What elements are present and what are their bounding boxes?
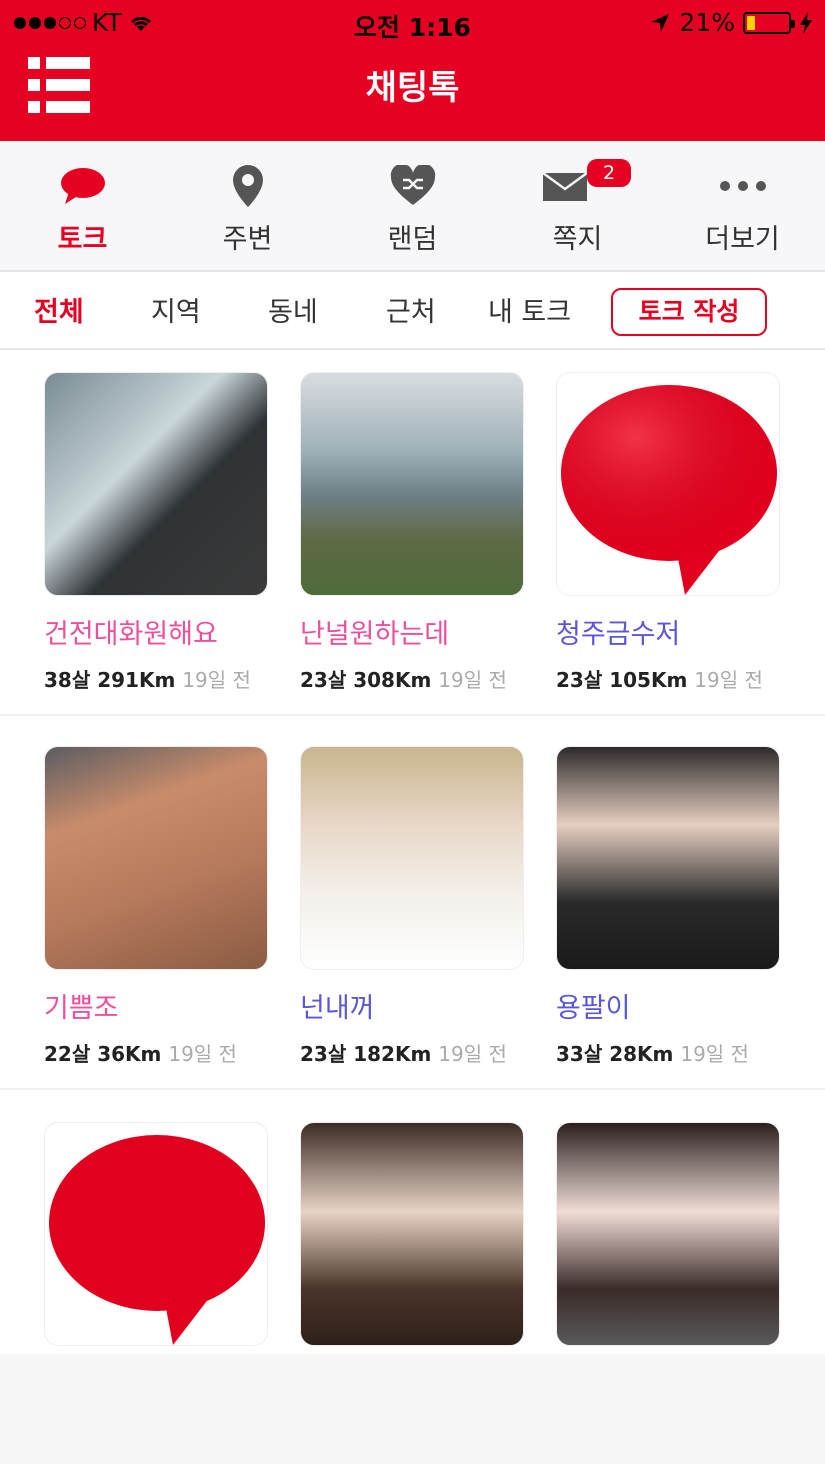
posted-ago: 19일 전 bbox=[168, 1042, 237, 1066]
profile-photo bbox=[556, 746, 780, 970]
user-name: 기쁨조 bbox=[44, 993, 119, 1024]
tab-more[interactable]: 더보기 bbox=[660, 141, 825, 272]
page-title: 채팅톡 bbox=[365, 68, 460, 108]
profile-photo bbox=[300, 372, 524, 596]
location-pin-icon bbox=[232, 165, 263, 207]
tab-label: 토크 bbox=[57, 224, 108, 255]
filter-neighborhood[interactable]: 동네 bbox=[268, 290, 318, 329]
user-meta: 33살 28Km 19일 전 bbox=[556, 1038, 749, 1067]
posted-ago: 19일 전 bbox=[438, 1042, 507, 1066]
user-age: 33살 bbox=[556, 1042, 603, 1066]
tab-messages[interactable]: 2 쪽지 bbox=[495, 141, 660, 272]
user-name: 건전대화원해요 bbox=[44, 619, 218, 650]
top-bar: KT 오전 1:16 21% 채팅톡 bbox=[0, 0, 825, 141]
shuffle-heart-icon bbox=[390, 165, 435, 205]
user-name: 청주금수저 bbox=[556, 619, 681, 650]
user-age: 23살 bbox=[300, 668, 347, 692]
profile-photo bbox=[556, 1122, 780, 1346]
chatting-talk-logo bbox=[561, 385, 777, 595]
speech-bubble-icon bbox=[60, 168, 105, 204]
tab-label: 랜덤 bbox=[387, 224, 438, 255]
bottom-area bbox=[0, 1354, 825, 1464]
user-distance: 182Km bbox=[353, 1042, 432, 1066]
user-meta: 23살 182Km 19일 전 bbox=[300, 1038, 507, 1067]
main-tab-bar: 토크 주변 랜덤 2 쪽지 더보기 bbox=[0, 141, 825, 272]
user-name: 넌내꺼 bbox=[300, 993, 375, 1024]
charging-bolt-icon bbox=[800, 11, 812, 34]
filter-my-talk[interactable]: 내 토크 bbox=[488, 290, 571, 329]
profile-photo bbox=[44, 746, 268, 970]
user-card[interactable]: 기쁨조 22살 36Km 19일 전 bbox=[44, 746, 272, 1076]
posted-ago: 19일 전 bbox=[694, 668, 763, 692]
profile-photo bbox=[300, 1122, 524, 1346]
user-meta: 23살 308Km 19일 전 bbox=[300, 664, 507, 693]
more-dots-icon bbox=[719, 181, 766, 191]
user-meta: 23살 105Km 19일 전 bbox=[556, 664, 763, 693]
unread-badge: 2 bbox=[587, 159, 631, 187]
user-age: 38살 bbox=[44, 668, 91, 692]
user-distance: 308Km bbox=[353, 668, 432, 692]
user-name: 용팔이 bbox=[556, 993, 631, 1024]
tab-label: 주변 bbox=[222, 224, 273, 255]
tab-talk[interactable]: 토크 bbox=[0, 141, 165, 272]
user-distance: 291Km bbox=[97, 668, 176, 692]
user-distance: 36Km bbox=[97, 1042, 162, 1066]
tab-nearby[interactable]: 주변 bbox=[165, 141, 330, 272]
user-card[interactable]: 난널원하는데 23살 308Km 19일 전 bbox=[300, 372, 528, 702]
battery-percent: 21% bbox=[679, 8, 735, 37]
status-bar: KT 오전 1:16 21% bbox=[0, 0, 825, 46]
battery-icon bbox=[743, 11, 795, 34]
user-meta: 38살 291Km 19일 전 bbox=[44, 664, 251, 693]
tab-random[interactable]: 랜덤 bbox=[330, 141, 495, 272]
user-age: 23살 bbox=[556, 668, 603, 692]
tab-label: 쪽지 bbox=[552, 224, 603, 255]
filter-all[interactable]: 전체 bbox=[34, 290, 84, 329]
user-name: 난널원하는데 bbox=[300, 619, 450, 650]
user-card[interactable]: 넌내꺼 23살 182Km 19일 전 bbox=[300, 746, 528, 1076]
row-divider bbox=[0, 1088, 825, 1090]
row-divider bbox=[0, 714, 825, 716]
user-card[interactable]: 용팔이 33살 28Km 19일 전 bbox=[556, 746, 784, 1076]
write-talk-button[interactable]: 토크 작성 bbox=[611, 288, 767, 336]
user-age: 23살 bbox=[300, 1042, 347, 1066]
chatting-talk-logo bbox=[49, 1135, 265, 1345]
posted-ago: 19일 전 bbox=[438, 668, 507, 692]
user-grid: 건전대화원해요 38살 291Km 19일 전 난널원하는데 23살 308Km… bbox=[0, 350, 825, 1354]
user-distance: 28Km bbox=[609, 1042, 674, 1066]
default-logo-photo bbox=[556, 372, 780, 596]
filter-region[interactable]: 지역 bbox=[151, 290, 201, 329]
user-meta: 22살 36Km 19일 전 bbox=[44, 1038, 237, 1067]
status-right: 21% bbox=[649, 8, 813, 37]
location-arrow-icon bbox=[651, 13, 670, 32]
envelope-icon bbox=[541, 171, 588, 201]
default-logo-photo bbox=[44, 1122, 268, 1346]
user-card[interactable]: 청주금수저 23살 105Km 19일 전 bbox=[556, 372, 784, 702]
profile-photo bbox=[44, 372, 268, 596]
user-card[interactable]: 건전대화원해요 38살 291Km 19일 전 bbox=[44, 372, 272, 702]
filter-near[interactable]: 근처 bbox=[386, 290, 436, 329]
profile-photo bbox=[300, 746, 524, 970]
posted-ago: 19일 전 bbox=[182, 668, 251, 692]
posted-ago: 19일 전 bbox=[680, 1042, 749, 1066]
user-distance: 105Km bbox=[609, 668, 688, 692]
filter-bar: 전체 지역 동네 근처 내 토크 토크 작성 bbox=[0, 272, 825, 350]
tab-label: 더보기 bbox=[705, 224, 780, 255]
user-age: 22살 bbox=[44, 1042, 91, 1066]
